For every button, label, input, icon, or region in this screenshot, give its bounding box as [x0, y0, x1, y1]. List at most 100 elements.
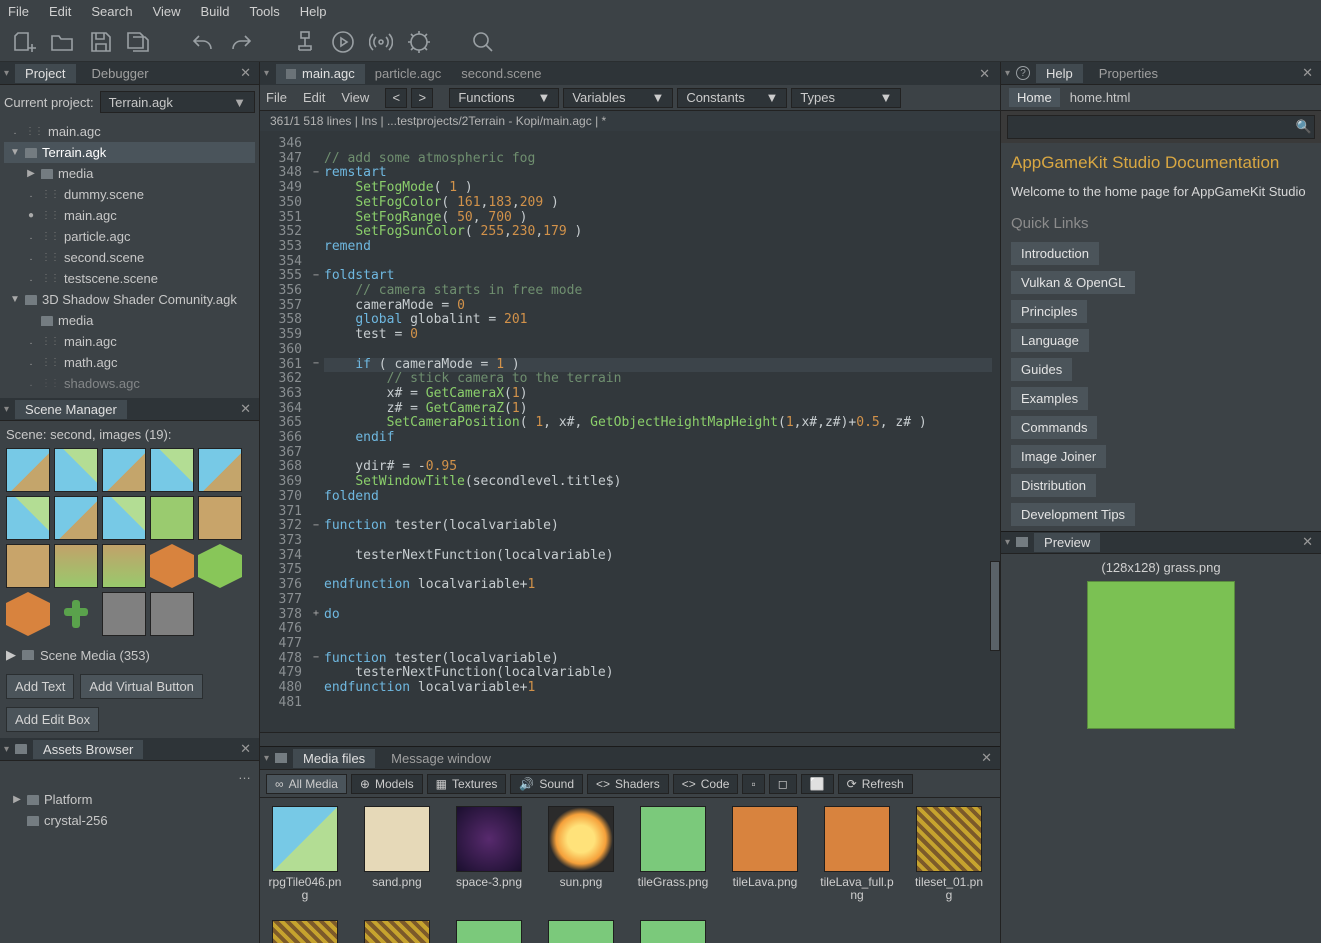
quick-link[interactable]: Introduction [1011, 242, 1099, 265]
refresh-button[interactable]: ⟳Refresh [838, 774, 913, 794]
scene-thumb[interactable] [102, 448, 146, 492]
scene-thumb[interactable] [102, 544, 146, 588]
close-icon[interactable]: ✕ [973, 66, 996, 82]
tree-file[interactable]: .⋮⋮dummy.scene [4, 184, 255, 205]
fold-gutter[interactable]: −−−−+− [309, 137, 323, 710]
scene-thumb[interactable] [150, 592, 194, 636]
close-icon[interactable]: ✕ [240, 401, 251, 417]
media-item[interactable]: tileset_01.png [912, 806, 986, 902]
media-item[interactable]: sand.png [360, 806, 434, 902]
chevron-icon[interactable]: ▼ [10, 294, 20, 305]
close-icon[interactable]: ✕ [1302, 534, 1313, 550]
scene-thumb[interactable] [6, 544, 50, 588]
panel-handle-icon[interactable]: ▾ [4, 68, 9, 79]
scene-media-label[interactable]: Scene Media (353) [40, 648, 150, 663]
tree-file[interactable]: .⋮⋮particle.agc [4, 226, 255, 247]
tab-help[interactable]: Help [1036, 64, 1083, 83]
chevron-icon[interactable]: . [26, 378, 36, 389]
chevron-icon[interactable]: ▶ [26, 168, 36, 179]
chevron-icon[interactable]: . [26, 336, 36, 347]
chevron-icon[interactable]: . [26, 273, 36, 284]
tab-message-window[interactable]: Message window [381, 749, 501, 768]
quick-link[interactable]: Distribution [1011, 474, 1096, 497]
editor-tab[interactable]: second.scene [451, 64, 551, 84]
scene-thumb[interactable] [54, 448, 98, 492]
project-tree[interactable]: .⋮⋮main.agc▼Terrain.agk▶media.⋮⋮dummy.sc… [4, 121, 255, 394]
scene-thumb[interactable] [198, 496, 242, 540]
add-virtual-button[interactable]: Add Virtual Button [80, 674, 203, 699]
view-medium-icon[interactable]: ◻ [769, 774, 797, 794]
media-item[interactable]: space-3.png [452, 806, 526, 902]
filter-textures[interactable]: ▦Textures [427, 774, 507, 794]
close-icon[interactable]: ✕ [1302, 65, 1313, 81]
tree-file[interactable]: .⋮⋮second.scene [4, 247, 255, 268]
close-icon[interactable]: ✕ [240, 741, 251, 757]
add-text-button[interactable]: Add Text [6, 674, 74, 699]
run-icon[interactable] [328, 27, 358, 57]
tab-scene-manager[interactable]: Scene Manager [15, 400, 127, 419]
media-item[interactable] [636, 920, 710, 943]
code-area[interactable]: // add some atmospheric fogremstart SetF… [324, 137, 992, 710]
media-item[interactable] [544, 920, 618, 943]
open-file-icon[interactable] [48, 27, 78, 57]
chevron-icon[interactable]: . [26, 357, 36, 368]
save-all-icon[interactable] [124, 27, 154, 57]
scene-thumb[interactable] [54, 592, 98, 636]
media-item[interactable]: tileLava.png [728, 806, 802, 902]
chevron-icon[interactable]: ▶ [12, 794, 22, 805]
panel-handle-icon[interactable]: ▾ [1005, 68, 1010, 79]
scene-thumb[interactable] [102, 592, 146, 636]
editor-tab[interactable]: main.agc [276, 64, 365, 84]
scene-thumb[interactable] [6, 496, 50, 540]
filter-code[interactable]: <>Code [673, 774, 739, 794]
functions-dropdown[interactable]: Functions▼ [449, 88, 559, 108]
scene-thumb[interactable] [198, 544, 242, 588]
quick-link[interactable]: Examples [1011, 387, 1088, 410]
filter-shaders[interactable]: <>Shaders [587, 774, 669, 794]
media-item[interactable]: tileLava_full.png [820, 806, 894, 902]
save-file-icon[interactable] [86, 27, 116, 57]
tab-project[interactable]: Project [15, 64, 75, 83]
media-item[interactable] [268, 920, 342, 943]
media-item[interactable] [452, 920, 526, 943]
filter-models[interactable]: ⊕Models [351, 774, 423, 794]
tab-media-files[interactable]: Media files [293, 749, 375, 768]
scene-thumb[interactable] [54, 496, 98, 540]
menu-view[interactable]: View [153, 4, 181, 19]
chevron-icon[interactable]: . [26, 252, 36, 263]
nav-back-button[interactable]: < [385, 88, 407, 108]
debug-icon[interactable] [404, 27, 434, 57]
menu-edit[interactable]: Edit [49, 4, 71, 19]
tree-file[interactable]: ●⋮⋮main.agc [4, 205, 255, 226]
scene-thumb[interactable] [54, 544, 98, 588]
find-icon[interactable] [468, 27, 498, 57]
quick-link[interactable]: Principles [1011, 300, 1087, 323]
assets-tree-item[interactable]: ▶Platform [6, 789, 253, 810]
view-small-icon[interactable]: ▫ [742, 774, 764, 794]
editor-menu-view[interactable]: View [341, 90, 369, 105]
tab-preview[interactable]: Preview [1034, 533, 1100, 552]
compile-icon[interactable] [290, 27, 320, 57]
nav-fwd-button[interactable]: > [411, 88, 433, 108]
scene-thumb[interactable] [6, 448, 50, 492]
tree-file[interactable]: .⋮⋮math.agc [4, 352, 255, 373]
tree-folder[interactable]: ▼Terrain.agk [4, 142, 255, 163]
panel-handle-icon[interactable]: ▾ [4, 744, 9, 755]
media-item[interactable]: sun.png [544, 806, 618, 902]
help-search[interactable]: 🔍 [1007, 115, 1315, 139]
view-large-icon[interactable]: ⬜ [801, 774, 834, 794]
scene-thumb[interactable] [150, 544, 194, 588]
menu-tools[interactable]: Tools [249, 4, 279, 19]
media-item[interactable]: tileGrass.png [636, 806, 710, 902]
scrollbar-vertical[interactable] [990, 131, 1000, 732]
menu-search[interactable]: Search [91, 4, 132, 19]
assets-tree[interactable]: ▶Platformcrystal-256 [6, 789, 253, 831]
tab-debugger[interactable]: Debugger [82, 64, 159, 83]
quick-link[interactable]: Commands [1011, 416, 1097, 439]
quick-link[interactable]: Vulkan & OpenGL [1011, 271, 1135, 294]
tree-folder[interactable]: ▼3D Shadow Shader Comunity.agk [4, 289, 255, 310]
chevron-icon[interactable]: . [26, 189, 36, 200]
close-icon[interactable]: ✕ [240, 65, 251, 81]
tree-folder[interactable]: ▶media [4, 163, 255, 184]
add-edit-box-button[interactable]: Add Edit Box [6, 707, 99, 732]
